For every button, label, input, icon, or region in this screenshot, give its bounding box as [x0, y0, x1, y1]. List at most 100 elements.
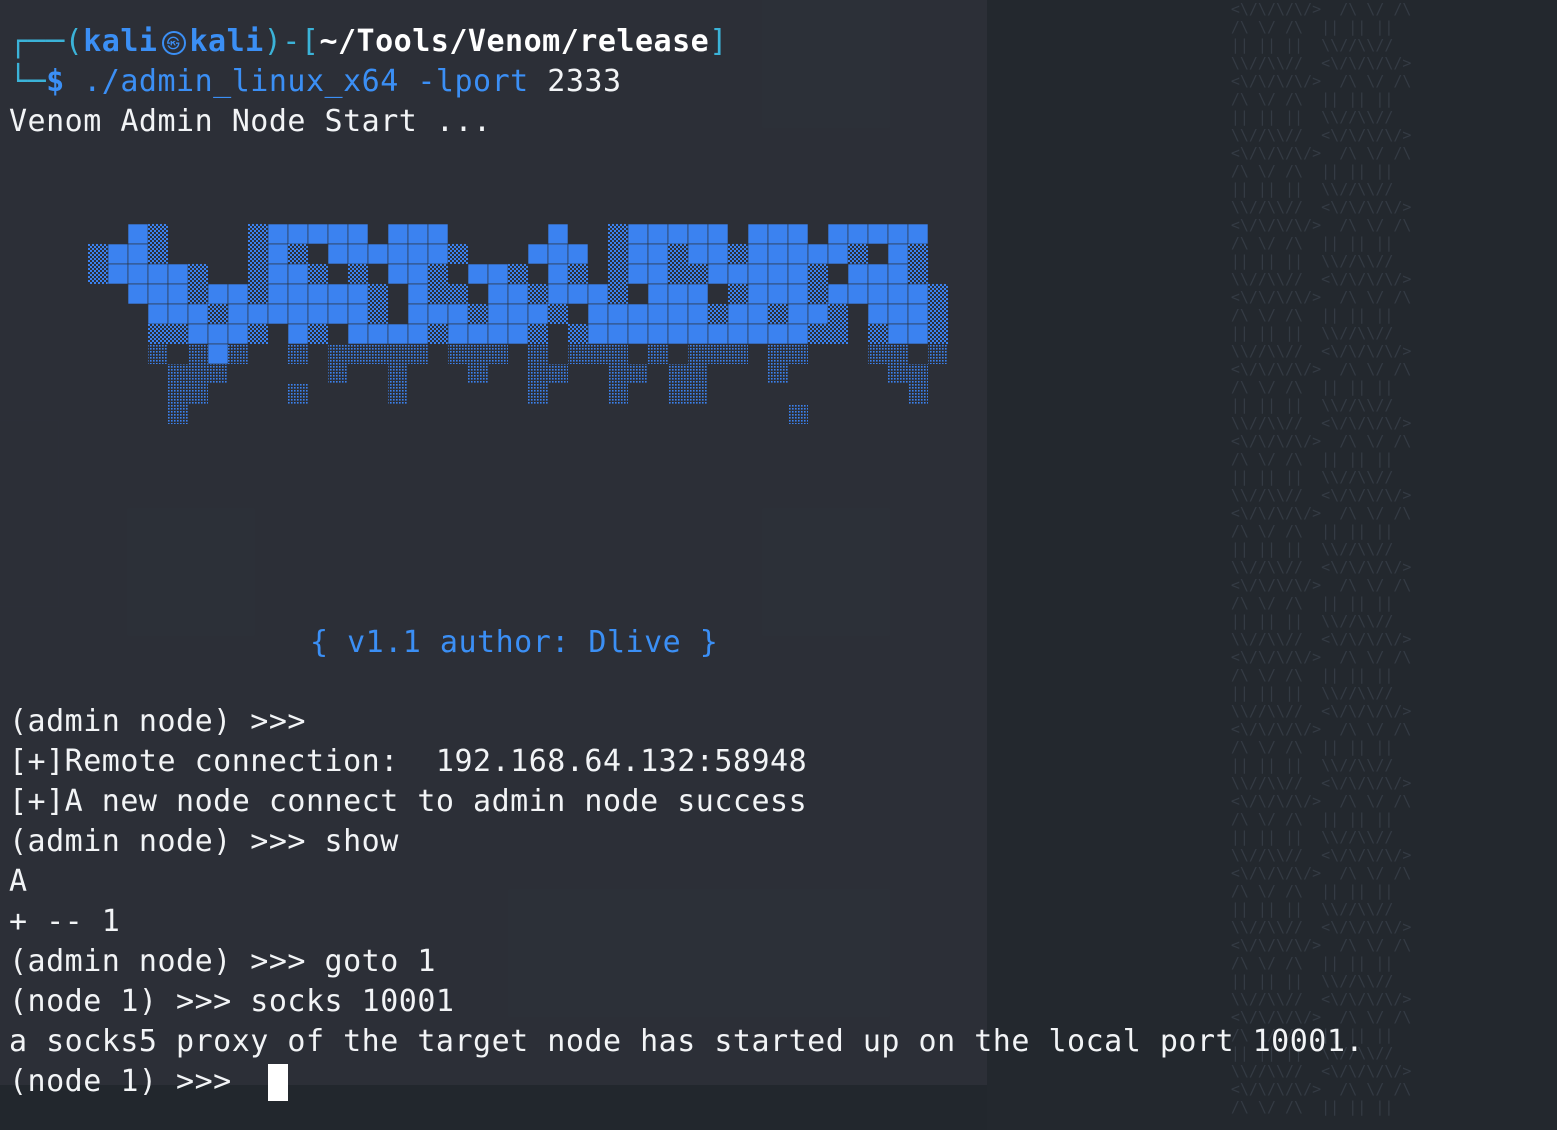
logo-cell — [227, 303, 249, 325]
terminal-window[interactable]: ┌──(kali ㉿ kali)-[~/Tools/Venom/release] └… — [0, 0, 1364, 1101]
logo-cell — [368, 344, 388, 364]
version-author-line: { v1.1 author: Dlive } — [310, 625, 719, 660]
logo-cell — [328, 364, 348, 384]
logo-cell — [807, 303, 829, 325]
logo-cell — [188, 264, 208, 284]
logo-cell — [387, 223, 409, 245]
logo-cell — [388, 384, 408, 404]
logo-cell — [367, 243, 389, 265]
logo-cell — [808, 264, 828, 284]
logo-cell — [888, 344, 908, 364]
logo-cell — [868, 344, 888, 364]
logo-cell — [188, 344, 208, 364]
logo-cell — [267, 283, 289, 305]
logo-cell — [747, 243, 769, 265]
logo-cell — [668, 264, 688, 284]
logo-cell — [167, 283, 189, 305]
logo-cell — [847, 263, 869, 285]
logo-cell — [487, 303, 509, 325]
logo-cell — [687, 223, 709, 245]
logo-cell — [687, 243, 709, 265]
logo-cell — [707, 263, 729, 285]
logo-cell — [647, 243, 669, 265]
logo-cell — [407, 303, 429, 325]
logo-cell — [287, 283, 309, 305]
output-line: [+]Remote connection: 192.168.64.132:589… — [9, 744, 808, 779]
logo-cell — [848, 244, 868, 264]
logo-cell — [807, 243, 829, 265]
logo-cell — [428, 284, 448, 304]
logo-cell — [827, 283, 849, 305]
logo-cell — [767, 283, 789, 305]
logo-cell — [867, 223, 889, 245]
logo-cell — [307, 223, 329, 245]
logo-cell — [688, 384, 708, 404]
logo-cell — [188, 384, 208, 404]
output-line: (admin node) >>> show — [9, 824, 399, 859]
logo-cell — [508, 264, 528, 284]
logo-cell — [368, 284, 388, 304]
logo-cell — [147, 283, 169, 305]
logo-cell — [887, 303, 909, 325]
logo-cell — [867, 263, 889, 285]
logo-cell — [607, 323, 629, 345]
logo-cell — [767, 223, 789, 245]
logo-cell — [727, 323, 749, 345]
logo-cell — [908, 264, 928, 284]
logo-cell — [647, 303, 669, 325]
logo-cell — [667, 303, 689, 325]
logo-cell — [608, 244, 628, 264]
logo-cell — [528, 344, 548, 364]
logo-cell — [448, 244, 468, 264]
logo-cell — [908, 384, 928, 404]
logo-cell — [107, 243, 129, 265]
logo-cell — [787, 263, 809, 285]
logo-cell — [388, 364, 408, 384]
screen: <\/\/\/\/> /\ \/ /\ /\ \/ /\ || || || ||… — [0, 0, 1557, 1130]
logo-cell — [688, 364, 708, 384]
logo-cell — [288, 244, 308, 264]
logo-cell — [528, 324, 548, 344]
logo-cell — [347, 303, 369, 325]
logo-cell — [427, 223, 449, 245]
logo-cell — [407, 323, 429, 345]
output-line: [+]A new node connect to admin node succ… — [9, 784, 808, 819]
logo-cell — [407, 263, 429, 285]
logo-cell — [928, 304, 948, 324]
output-prompt-line[interactable]: (node 1) >>> — [9, 1062, 250, 1102]
logo-cell — [587, 323, 609, 345]
logo-cell — [867, 303, 889, 325]
logo-cell — [828, 304, 848, 324]
logo-cell — [827, 223, 849, 245]
logo-cell — [127, 263, 149, 285]
logo-cell — [567, 283, 589, 305]
logo-cell — [928, 284, 948, 304]
logo-cell — [808, 324, 828, 344]
logo-cell — [608, 364, 628, 384]
logo-cell — [908, 364, 928, 384]
logo-cell — [107, 263, 129, 285]
logo-cell — [667, 283, 689, 305]
output-line: (node 1) >>> socks 10001 — [9, 984, 455, 1019]
logo-cell — [747, 223, 769, 245]
logo-cell — [168, 404, 188, 424]
logo-cell — [687, 283, 709, 305]
logo-cell — [287, 323, 309, 345]
logo-cell — [627, 263, 649, 285]
logo-cell — [388, 344, 408, 364]
logo-cell — [187, 303, 209, 325]
logo-cell — [747, 283, 769, 305]
logo-cell — [808, 284, 828, 304]
logo-cell — [308, 324, 328, 344]
logo-cell — [227, 323, 249, 345]
logo-cell — [787, 323, 809, 345]
logo-cell — [888, 364, 908, 384]
logo-cell — [327, 283, 349, 305]
logo-cell — [928, 324, 948, 344]
logo-cell — [327, 303, 349, 325]
output-line: + -- 1 — [9, 904, 121, 939]
logo-cell — [868, 324, 888, 344]
venom-ascii-logo — [88, 223, 948, 424]
logo-cell — [747, 303, 769, 325]
logo-cell — [127, 283, 149, 305]
